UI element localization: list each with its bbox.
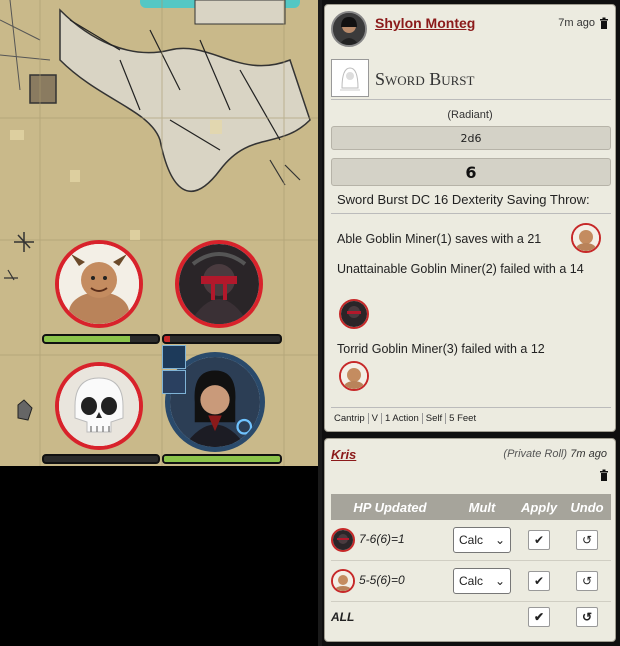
masked-figure-portrait-icon bbox=[179, 244, 259, 324]
skull-icon bbox=[59, 366, 139, 446]
divider bbox=[331, 407, 611, 408]
apply-all-button[interactable]: ✔ bbox=[528, 607, 550, 627]
apply-button[interactable]: ✔ bbox=[528, 571, 550, 591]
spell-tag: 1 Action bbox=[381, 413, 423, 424]
spell-tag: 5 Feet bbox=[449, 413, 477, 424]
goblin-portrait-icon bbox=[59, 244, 139, 324]
battle-map[interactable] bbox=[0, 0, 318, 466]
table-header-row: HP Updated Mult Apply Undo bbox=[331, 494, 611, 520]
token-goblin-horned[interactable] bbox=[55, 240, 143, 328]
all-label: ALL bbox=[331, 610, 355, 624]
username-link[interactable]: Kris bbox=[331, 447, 356, 462]
col-apply: Apply bbox=[515, 494, 563, 520]
status-effect-icon[interactable] bbox=[162, 345, 186, 369]
goblin-token-icon[interactable] bbox=[339, 361, 369, 391]
masked-figure-token-icon[interactable] bbox=[339, 299, 369, 329]
hp-formula: 5-5(6)=0 bbox=[359, 573, 405, 588]
hp-formula: 7-6(6)=1 bbox=[359, 532, 405, 547]
mult-value: Calc bbox=[459, 574, 484, 588]
private-roll-label: (Private Roll) bbox=[503, 448, 567, 460]
spell-tag: Cantrip bbox=[331, 413, 369, 424]
col-undo: Undo bbox=[563, 494, 611, 520]
spell-header: Sword Burst bbox=[331, 59, 611, 100]
trash-icon[interactable] bbox=[599, 469, 609, 481]
roll-card: Shylon Monteg 7m ago Sword Burst (Radian… bbox=[324, 4, 616, 432]
goblin-token-icon[interactable] bbox=[331, 569, 355, 593]
timestamp: 7m ago bbox=[558, 17, 595, 29]
chat-panel: Shylon Monteg 7m ago Sword Burst (Radian… bbox=[322, 0, 620, 646]
undo-all-button[interactable]: ↺ bbox=[576, 607, 598, 627]
check-icon: ✔ bbox=[533, 574, 545, 588]
roll-result[interactable]: 6 bbox=[331, 158, 611, 186]
save-result-line: Unattainable Goblin Miner(2) failed with… bbox=[337, 262, 584, 276]
map-grid bbox=[0, 0, 318, 466]
check-icon: ✔ bbox=[533, 610, 545, 624]
undo-icon: ↺ bbox=[581, 533, 593, 547]
damage-type: (Radiant) bbox=[447, 109, 493, 121]
hp-bar-fill bbox=[44, 336, 130, 342]
save-result-line: Torrid Goblin Miner(3) failed with a 12 bbox=[337, 342, 545, 356]
table-row: 7-6(6)=1 Calc ⌄ ✔ ↺ bbox=[331, 520, 611, 561]
dice-formula[interactable]: 2d6 bbox=[331, 126, 611, 150]
trash-icon[interactable] bbox=[599, 17, 609, 29]
goblin-token-icon[interactable] bbox=[571, 223, 601, 253]
spell-icon[interactable] bbox=[331, 59, 369, 97]
check-icon: ✔ bbox=[533, 533, 545, 547]
col-mult: Mult bbox=[449, 494, 515, 520]
token-hp-bar bbox=[42, 334, 160, 344]
token-skull-defeated[interactable] bbox=[55, 362, 143, 450]
divider bbox=[331, 213, 611, 214]
save-title: Sword Burst DC 16 Dexterity Saving Throw… bbox=[337, 192, 590, 207]
undo-button[interactable]: ↺ bbox=[576, 571, 598, 591]
mult-select[interactable]: Calc ⌄ bbox=[453, 527, 511, 553]
save-result-line: Able Goblin Miner(1) saves with a 21 bbox=[337, 232, 542, 246]
token-hp-bar bbox=[162, 454, 282, 464]
hp-formula-cell: 7-6(6)=1 bbox=[331, 520, 449, 561]
chevron-down-icon: ⌄ bbox=[494, 533, 505, 547]
map-void bbox=[0, 466, 318, 646]
undo-button[interactable]: ↺ bbox=[576, 530, 598, 550]
chevron-down-icon: ⌄ bbox=[494, 574, 505, 588]
spell-tag: Self bbox=[422, 413, 447, 424]
masked-figure-token-icon[interactable] bbox=[331, 528, 355, 552]
mult-select[interactable]: Calc ⌄ bbox=[453, 568, 511, 594]
hp-update-card: Kris (Private Roll) 7m ago HP Updated Mu… bbox=[324, 438, 616, 642]
spell-tags: Cantrip V 1 Action Self 5 Feet bbox=[331, 413, 479, 424]
token-red-masked-figure[interactable] bbox=[175, 240, 263, 328]
table-row: 5-5(6)=0 Calc ⌄ ✔ ↺ bbox=[331, 560, 611, 602]
hp-bar-fill bbox=[164, 456, 280, 462]
avatar bbox=[331, 11, 367, 47]
spell-name: Sword Burst bbox=[375, 69, 475, 89]
username-link[interactable]: Shylon Monteg bbox=[375, 15, 475, 31]
table-row-all: ALL ✔ ↺ bbox=[331, 602, 611, 633]
undo-icon: ↺ bbox=[581, 574, 593, 588]
hp-bar-fill bbox=[164, 336, 170, 342]
timestamp: 7m ago bbox=[570, 448, 607, 460]
hp-formula-cell: 5-5(6)=0 bbox=[331, 560, 449, 602]
status-effect-icon[interactable] bbox=[162, 370, 186, 394]
undo-icon: ↺ bbox=[581, 610, 593, 624]
apply-button[interactable]: ✔ bbox=[528, 530, 550, 550]
token-hp-bar bbox=[42, 454, 160, 464]
spell-tag: V bbox=[368, 413, 382, 424]
hp-update-table: HP Updated Mult Apply Undo 7-6(6)=1 Calc… bbox=[331, 494, 611, 632]
mult-value: Calc bbox=[459, 533, 484, 547]
col-hp-updated: HP Updated bbox=[331, 494, 449, 520]
roll-card-header: Shylon Monteg 7m ago bbox=[331, 11, 611, 47]
token-hp-bar bbox=[162, 334, 282, 344]
